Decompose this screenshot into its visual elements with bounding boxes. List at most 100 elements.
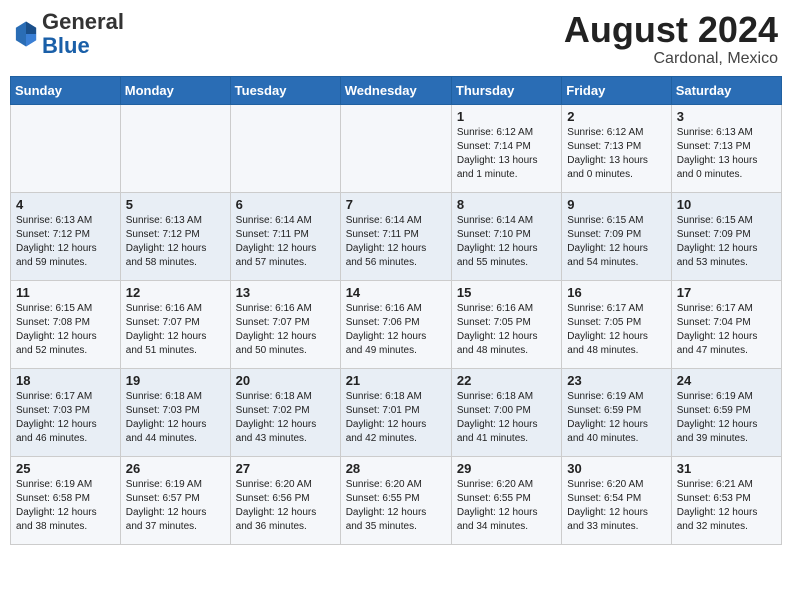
calendar-cell: 15Sunrise: 6:16 AM Sunset: 7:05 PM Dayli… — [451, 280, 561, 368]
day-info: Sunrise: 6:16 AM Sunset: 7:06 PM Dayligh… — [346, 302, 446, 358]
day-info: Sunrise: 6:20 AM Sunset: 6:55 PM Dayligh… — [457, 478, 556, 534]
day-info: Sunrise: 6:15 AM Sunset: 7:09 PM Dayligh… — [567, 214, 665, 270]
day-header-saturday: Saturday — [671, 76, 781, 104]
calendar-week-2: 4 Sunrise: 6:13 AM Sunset: 7:12 PM Daylig… — [11, 192, 782, 280]
day-info: Sunrise: 6:18 AM Sunset: 7:03 PM Dayligh… — [126, 390, 225, 446]
calendar-cell: 17 Sunrise: 6:17 AM Sunset: 7:04 PM Dayli… — [671, 280, 781, 368]
day-number: 2 — [567, 109, 665, 124]
day-number: 14 — [346, 285, 446, 300]
day-info: Sunrise: 6:19 AM Sunset: 6:59 PM Dayligh… — [677, 390, 776, 446]
calendar-cell — [340, 104, 451, 192]
day-info: Sunrise: 6:19 AM Sunset: 6:59 PM Dayligh… — [567, 390, 665, 446]
day-number: 10 — [677, 197, 776, 212]
day-number: 3 — [677, 109, 776, 124]
day-info: Sunrise: 6:12 AM Sunset: 7:14 PM Dayligh… — [457, 126, 556, 182]
day-header-monday: Monday — [120, 76, 230, 104]
day-number: 25 — [16, 461, 115, 476]
calendar-cell: 11 Sunrise: 6:15 AM Sunset: 7:08 PM Dayli… — [11, 280, 121, 368]
day-number: 22 — [457, 373, 556, 388]
day-info: Sunrise: 6:12 AM Sunset: 7:13 PM Dayligh… — [567, 126, 665, 182]
calendar-cell — [11, 104, 121, 192]
day-info: Sunrise: 6:21 AM Sunset: 6:53 PM Dayligh… — [677, 478, 776, 534]
calendar-cell: 1Sunrise: 6:12 AM Sunset: 7:14 PM Daylig… — [451, 104, 561, 192]
calendar-cell: 19 Sunrise: 6:18 AM Sunset: 7:03 PM Dayli… — [120, 368, 230, 456]
calendar-week-3: 11 Sunrise: 6:15 AM Sunset: 7:08 PM Dayli… — [11, 280, 782, 368]
header: General Blue August 2024 Cardonal, Mexic… — [10, 10, 782, 68]
day-number: 20 — [236, 373, 335, 388]
calendar-cell: 22 Sunrise: 6:18 AM Sunset: 7:00 PM Dayli… — [451, 368, 561, 456]
day-info: Sunrise: 6:20 AM Sunset: 6:56 PM Dayligh… — [236, 478, 335, 534]
day-number: 9 — [567, 197, 665, 212]
calendar-cell: 8 Sunrise: 6:14 AM Sunset: 7:10 PM Daylig… — [451, 192, 561, 280]
day-info: Sunrise: 6:17 AM Sunset: 7:04 PM Dayligh… — [677, 302, 776, 358]
day-number: 28 — [346, 461, 446, 476]
calendar-cell: 16 Sunrise: 6:17 AM Sunset: 7:05 PM Dayli… — [562, 280, 671, 368]
day-info: Sunrise: 6:18 AM Sunset: 7:00 PM Dayligh… — [457, 390, 556, 446]
calendar-cell: 3 Sunrise: 6:13 AM Sunset: 7:13 PM Daylig… — [671, 104, 781, 192]
day-number: 21 — [346, 373, 446, 388]
calendar-cell: 31 Sunrise: 6:21 AM Sunset: 6:53 PM Dayli… — [671, 456, 781, 544]
title-area: August 2024 Cardonal, Mexico — [564, 10, 778, 68]
day-header-friday: Friday — [562, 76, 671, 104]
calendar-cell — [230, 104, 340, 192]
day-number: 23 — [567, 373, 665, 388]
calendar-cell: 24Sunrise: 6:19 AM Sunset: 6:59 PM Dayli… — [671, 368, 781, 456]
calendar-cell: 28Sunrise: 6:20 AM Sunset: 6:55 PM Dayli… — [340, 456, 451, 544]
calendar-cell: 14 Sunrise: 6:16 AM Sunset: 7:06 PM Dayli… — [340, 280, 451, 368]
day-info: Sunrise: 6:14 AM Sunset: 7:10 PM Dayligh… — [457, 214, 556, 270]
day-number: 16 — [567, 285, 665, 300]
calendar-cell: 26Sunrise: 6:19 AM Sunset: 6:57 PM Dayli… — [120, 456, 230, 544]
calendar-cell: 9 Sunrise: 6:15 AM Sunset: 7:09 PM Daylig… — [562, 192, 671, 280]
day-number: 7 — [346, 197, 446, 212]
day-info: Sunrise: 6:13 AM Sunset: 7:13 PM Dayligh… — [677, 126, 776, 182]
day-header-wednesday: Wednesday — [340, 76, 451, 104]
calendar-cell: 5Sunrise: 6:13 AM Sunset: 7:12 PM Daylig… — [120, 192, 230, 280]
day-info: Sunrise: 6:17 AM Sunset: 7:05 PM Dayligh… — [567, 302, 665, 358]
calendar-cell: 13Sunrise: 6:16 AM Sunset: 7:07 PM Dayli… — [230, 280, 340, 368]
day-info: Sunrise: 6:14 AM Sunset: 7:11 PM Dayligh… — [236, 214, 335, 270]
day-info: Sunrise: 6:15 AM Sunset: 7:09 PM Dayligh… — [677, 214, 776, 270]
calendar-cell: 7Sunrise: 6:14 AM Sunset: 7:11 PM Daylig… — [340, 192, 451, 280]
day-info: Sunrise: 6:15 AM Sunset: 7:08 PM Dayligh… — [16, 302, 115, 358]
calendar-cell: 27 Sunrise: 6:20 AM Sunset: 6:56 PM Dayli… — [230, 456, 340, 544]
day-info: Sunrise: 6:19 AM Sunset: 6:58 PM Dayligh… — [16, 478, 115, 534]
day-number: 11 — [16, 285, 115, 300]
day-number: 19 — [126, 373, 225, 388]
calendar-body: 1Sunrise: 6:12 AM Sunset: 7:14 PM Daylig… — [11, 104, 782, 544]
calendar-cell: 12 Sunrise: 6:16 AM Sunset: 7:07 PM Dayli… — [120, 280, 230, 368]
day-info: Sunrise: 6:13 AM Sunset: 7:12 PM Dayligh… — [126, 214, 225, 270]
day-info: Sunrise: 6:19 AM Sunset: 6:57 PM Dayligh… — [126, 478, 225, 534]
day-number: 15 — [457, 285, 556, 300]
day-number: 18 — [16, 373, 115, 388]
month-year: August 2024 — [564, 10, 778, 50]
calendar-cell: 21 Sunrise: 6:18 AM Sunset: 7:01 PM Dayli… — [340, 368, 451, 456]
day-number: 31 — [677, 461, 776, 476]
day-number: 12 — [126, 285, 225, 300]
calendar-cell: 2 Sunrise: 6:12 AM Sunset: 7:13 PM Daylig… — [562, 104, 671, 192]
day-info: Sunrise: 6:17 AM Sunset: 7:03 PM Dayligh… — [16, 390, 115, 446]
calendar-week-5: 25 Sunrise: 6:19 AM Sunset: 6:58 PM Dayli… — [11, 456, 782, 544]
calendar-cell — [120, 104, 230, 192]
logo-icon — [14, 20, 38, 48]
day-number: 4 — [16, 197, 115, 212]
day-number: 8 — [457, 197, 556, 212]
day-info: Sunrise: 6:18 AM Sunset: 7:02 PM Dayligh… — [236, 390, 335, 446]
location: Cardonal, Mexico — [564, 50, 778, 68]
day-number: 17 — [677, 285, 776, 300]
day-number: 30 — [567, 461, 665, 476]
calendar-week-1: 1Sunrise: 6:12 AM Sunset: 7:14 PM Daylig… — [11, 104, 782, 192]
calendar: SundayMondayTuesdayWednesdayThursdayFrid… — [10, 76, 782, 545]
day-info: Sunrise: 6:16 AM Sunset: 7:07 PM Dayligh… — [236, 302, 335, 358]
day-info: Sunrise: 6:16 AM Sunset: 7:07 PM Dayligh… — [126, 302, 225, 358]
day-info: Sunrise: 6:18 AM Sunset: 7:01 PM Dayligh… — [346, 390, 446, 446]
day-info: Sunrise: 6:13 AM Sunset: 7:12 PM Dayligh… — [16, 214, 115, 270]
calendar-cell: 25 Sunrise: 6:19 AM Sunset: 6:58 PM Dayli… — [11, 456, 121, 544]
day-header-thursday: Thursday — [451, 76, 561, 104]
calendar-cell: 29Sunrise: 6:20 AM Sunset: 6:55 PM Dayli… — [451, 456, 561, 544]
day-number: 27 — [236, 461, 335, 476]
logo-general-text: General — [42, 9, 124, 34]
calendar-cell: 23 Sunrise: 6:19 AM Sunset: 6:59 PM Dayli… — [562, 368, 671, 456]
day-info: Sunrise: 6:20 AM Sunset: 6:54 PM Dayligh… — [567, 478, 665, 534]
logo: General Blue — [14, 10, 124, 58]
calendar-cell: 30 Sunrise: 6:20 AM Sunset: 6:54 PM Dayli… — [562, 456, 671, 544]
